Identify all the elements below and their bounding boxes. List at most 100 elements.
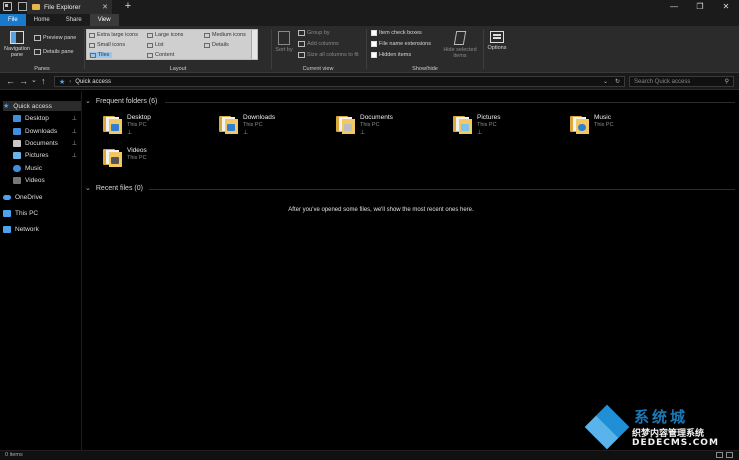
sidebar-item-pictures[interactable]: Pictures ⊥	[13, 150, 81, 160]
sidebar-item-onedrive[interactable]: OneDrive	[3, 192, 81, 202]
content-label: Content	[155, 52, 175, 58]
watermark-diamond-icon	[584, 404, 630, 450]
sidebar-item-documents[interactable]: Documents ⊥	[13, 138, 81, 148]
layout-small-icons[interactable]: Small icons	[89, 42, 125, 48]
address-field[interactable]: ★ › Quick access ⌄ ↻	[54, 76, 625, 87]
folder-tile-pictures[interactable]: Pictures This PC ⊥	[453, 114, 563, 144]
large-icons-label: Large icons	[155, 32, 184, 38]
system-menu-icon[interactable]	[3, 2, 12, 11]
sidebar-item-network[interactable]: Network	[3, 224, 81, 234]
folder-location: This PC	[127, 122, 147, 128]
layout-scrollbar[interactable]	[251, 30, 257, 59]
address-bar-row: ← → ⌄ ↑ ★ › Quick access ⌄ ↻ Search Quic…	[0, 73, 739, 90]
minimize-button[interactable]: —	[661, 0, 687, 14]
add-columns-button[interactable]: Add columns	[298, 41, 339, 47]
breadcrumb-quick-access[interactable]: Quick access	[75, 79, 111, 85]
options-button[interactable]: Options	[485, 31, 509, 51]
navigation-pane-icon	[10, 31, 24, 44]
tab-close-icon[interactable]: ✕	[102, 3, 112, 11]
tab-home[interactable]: Home	[26, 14, 58, 26]
large-icons-view-icon[interactable]	[726, 452, 733, 458]
current-view-group: Sort by Group by Add columns Size all co…	[272, 26, 364, 73]
layout-content[interactable]: Content	[147, 52, 174, 58]
preview-pane-icon	[34, 35, 41, 41]
folder-name: Videos	[127, 147, 147, 154]
size-all-columns-icon	[298, 52, 305, 58]
hide-selected-items-button[interactable]: Hide selected items	[441, 31, 479, 59]
sidebar-item-music[interactable]: Music	[13, 163, 81, 173]
pin-icon: ⊥	[477, 130, 483, 136]
recent-files-title: Recent files (0)	[95, 184, 143, 192]
window-restore-icon[interactable]	[18, 2, 27, 11]
medium-icons-label: Medium icons	[212, 32, 246, 38]
folder-name: Documents	[360, 114, 393, 121]
refresh-icon[interactable]: ↻	[615, 78, 620, 85]
file-name-extensions-toggle[interactable]: File name extensions	[371, 41, 431, 47]
layout-label: Layout	[169, 66, 187, 72]
sidebar-item-label: Desktop	[25, 114, 49, 122]
small-icons-icon	[89, 42, 95, 48]
tab-file-explorer[interactable]: File Explorer ✕	[27, 0, 112, 14]
layout-extra-large-icons[interactable]: Extra large icons	[89, 32, 138, 38]
folder-tile-downloads[interactable]: Downloads This PC ⊥	[219, 114, 329, 144]
search-input[interactable]: Search Quick access	[634, 79, 690, 85]
navigation-pane-label: Navigation pane	[4, 46, 30, 58]
preview-pane-button[interactable]: Preview pane	[34, 35, 76, 41]
details-pane-button[interactable]: Details pane	[34, 49, 74, 55]
pin-icon: ⊥	[71, 128, 77, 135]
file-name-extensions-checkbox[interactable]	[371, 41, 377, 47]
search-box[interactable]: Search Quick access ⚲	[629, 76, 734, 87]
folder-tile-videos[interactable]: Videos This PC	[103, 147, 213, 177]
group-by-button[interactable]: Group by	[298, 30, 330, 36]
layout-large-icons[interactable]: Large icons	[147, 32, 183, 38]
recent-locations-button[interactable]: ⌄	[31, 76, 37, 86]
music-icon	[13, 164, 21, 172]
sidebar-item-quick-access[interactable]: ★ Quick access	[3, 101, 81, 111]
ribbon-tabs: File Home Share View	[0, 14, 739, 26]
item-check-boxes-checkbox[interactable]	[371, 30, 377, 36]
items-count: 0 items	[5, 452, 23, 458]
hidden-items-checkbox[interactable]	[371, 52, 377, 58]
layout-details[interactable]: Details	[204, 42, 229, 48]
recent-files-header[interactable]: ⌄ Recent files (0)	[85, 184, 143, 193]
item-check-boxes-toggle[interactable]: Item check boxes	[371, 30, 422, 36]
sidebar-item-videos[interactable]: Videos	[13, 175, 81, 185]
frequent-folders-header[interactable]: ⌄ Frequent folders (6)	[85, 97, 158, 106]
navigation-pane-button[interactable]: Navigation pane	[3, 31, 31, 58]
layout-medium-icons[interactable]: Medium icons	[204, 32, 246, 38]
watermark-title: 系统城	[634, 408, 689, 426]
divider	[483, 29, 484, 69]
folder-tile-music[interactable]: Music This PC	[570, 114, 680, 144]
up-button[interactable]: ↑	[41, 76, 46, 86]
tab-view[interactable]: View	[89, 14, 119, 26]
tab-file[interactable]: File	[0, 14, 26, 26]
forward-button[interactable]: →	[19, 76, 28, 86]
details-label: Details	[212, 42, 229, 48]
address-dropdown-icon[interactable]: ⌄	[603, 78, 608, 85]
options-icon	[490, 31, 504, 43]
sidebar-item-desktop[interactable]: Desktop ⊥	[13, 113, 81, 123]
sort-by-button[interactable]: Sort by	[275, 31, 293, 53]
maximize-button[interactable]: ❐	[687, 0, 713, 14]
current-view-label: Current view	[302, 66, 334, 72]
sidebar-item-downloads[interactable]: Downloads ⊥	[13, 126, 81, 136]
size-all-columns-button[interactable]: Size all columns to fit	[298, 52, 359, 58]
sidebar-item-label: Videos	[25, 176, 45, 184]
panes-group: Navigation pane Preview pane Details pan…	[0, 26, 84, 73]
close-button[interactable]: ✕	[713, 0, 739, 14]
hidden-items-toggle[interactable]: Hidden items	[371, 52, 411, 58]
folder-tile-documents[interactable]: Documents This PC ⊥	[336, 114, 446, 144]
details-view-icon[interactable]	[716, 452, 723, 458]
folder-name: Music	[594, 114, 611, 121]
tiles-icon	[90, 52, 96, 58]
frequent-folders-title: Frequent folders (6)	[95, 97, 158, 105]
list-label: List	[155, 42, 164, 48]
folder-tile-desktop[interactable]: Desktop This PC ⊥	[103, 114, 213, 144]
new-tab-button[interactable]: +	[121, 0, 135, 14]
back-button[interactable]: ←	[6, 76, 15, 86]
sidebar-item-this-pc[interactable]: This PC	[3, 208, 81, 218]
layout-tiles[interactable]: Tiles	[89, 52, 113, 58]
tab-share[interactable]: Share	[58, 14, 90, 26]
layout-list[interactable]: List	[147, 42, 164, 48]
sidebar-item-label: Quick access	[13, 102, 52, 110]
